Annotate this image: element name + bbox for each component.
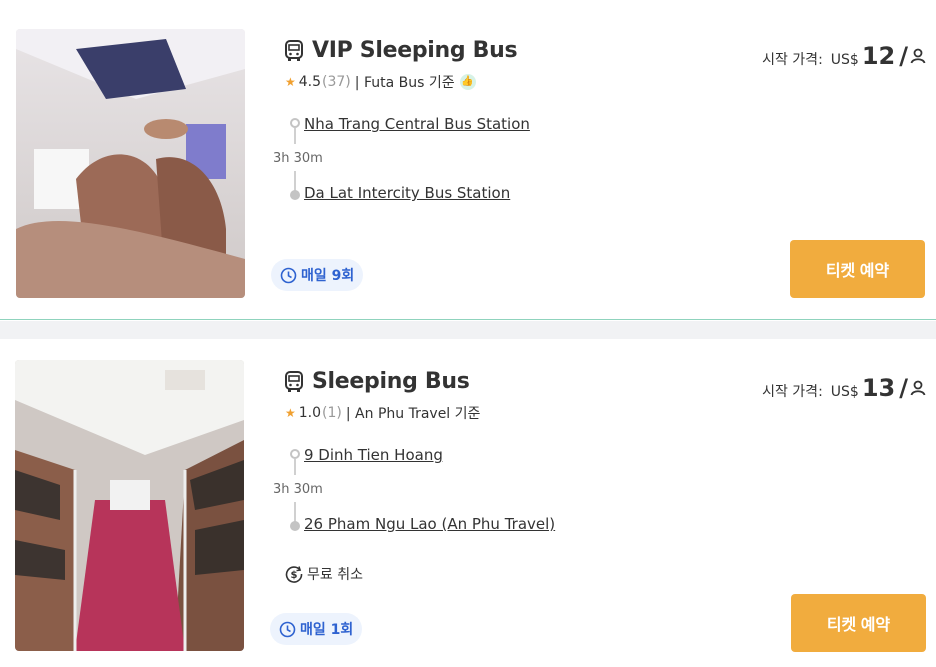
origin-marker-icon [290,449,300,459]
operator-text: | Futa Bus 기준 [354,75,455,91]
route: 3h 30m Nha Trang Central Bus Station Da … [270,113,590,209]
frequency-text: 매일 1회 [300,622,354,638]
destination-marker-icon [290,190,300,200]
person-icon [910,380,926,396]
price-label: 시작 가격: [762,52,823,68]
price: 시작 가격: US$ 12 / [762,42,926,70]
title-row: VIP Sleeping Bus [283,38,518,63]
origin-station-link[interactable]: Nha Trang Central Bus Station [304,115,530,133]
free-cancellation: $ 무료 취소 [285,564,363,584]
destination-marker-icon [290,521,300,531]
route-line [294,128,296,144]
clock-icon [280,267,297,284]
trip-duration: 3h 30m [273,151,323,166]
route: 3h 30m 9 Dinh Tien Hoang 26 Pham Ngu Lao… [270,444,590,540]
rating-value: 1.0 [298,405,322,421]
bus-icon [283,370,305,394]
frequency-text: 매일 9회 [301,268,355,284]
frequency-badge: 매일 1회 [270,613,363,645]
route-line [294,459,296,475]
bus-title[interactable]: Sleeping Bus [312,369,470,394]
price-amount: 12 [861,42,896,70]
trip-duration: 3h 30m [273,482,323,497]
operator-text: | An Phu Travel 기준 [345,406,481,422]
route-line [294,171,296,191]
cancellation-text: 무료 취소 [307,567,363,583]
price-label: 시작 가격: [762,384,823,400]
svg-text:$: $ [291,570,298,581]
card-separator [0,321,936,339]
price-slash: / [899,374,908,402]
bus-icon [283,39,305,63]
price: 시작 가격: US$ 13 / [762,374,926,402]
bus-listing-card[interactable]: VIP Sleeping Bus ★ 4.5 (37) | Futa Bus 기… [0,0,936,320]
star-icon: ★ [285,406,296,420]
book-ticket-button[interactable]: 티켓 예약 [790,240,925,298]
thumbs-up-icon: 👍 [459,74,476,90]
review-count[interactable]: (37) [322,74,351,90]
origin-marker-icon [290,118,300,128]
dollar-cancel-icon: $ [285,565,303,583]
route-line [294,502,296,522]
book-ticket-button[interactable]: 티켓 예약 [791,594,926,652]
bus-listing-card[interactable]: Sleeping Bus ★ 1.0 (1) | An Phu Travel 기… [0,339,936,667]
title-row: Sleeping Bus [283,369,470,394]
price-slash: / [899,42,908,70]
person-icon [910,48,926,64]
bus-interior-photo[interactable] [15,360,244,651]
star-icon: ★ [285,75,296,89]
bus-title[interactable]: VIP Sleeping Bus [312,38,518,63]
frequency-badge: 매일 9회 [271,259,364,291]
review-count[interactable]: (1) [322,405,342,421]
currency: US$ [830,52,859,68]
origin-station-link[interactable]: 9 Dinh Tien Hoang [304,446,443,464]
destination-station-link[interactable]: Da Lat Intercity Bus Station [304,184,510,202]
clock-icon [279,621,296,638]
currency: US$ [830,384,859,400]
price-amount: 13 [861,374,896,402]
rating-row: ★ 4.5 (37) | Futa Bus 기준 👍 [285,72,476,92]
destination-station-link[interactable]: 26 Pham Ngu Lao (An Phu Travel) [304,515,555,533]
rating-value: 4.5 [298,74,322,90]
bus-interior-photo[interactable] [16,29,245,298]
rating-row: ★ 1.0 (1) | An Phu Travel 기준 [285,403,480,423]
